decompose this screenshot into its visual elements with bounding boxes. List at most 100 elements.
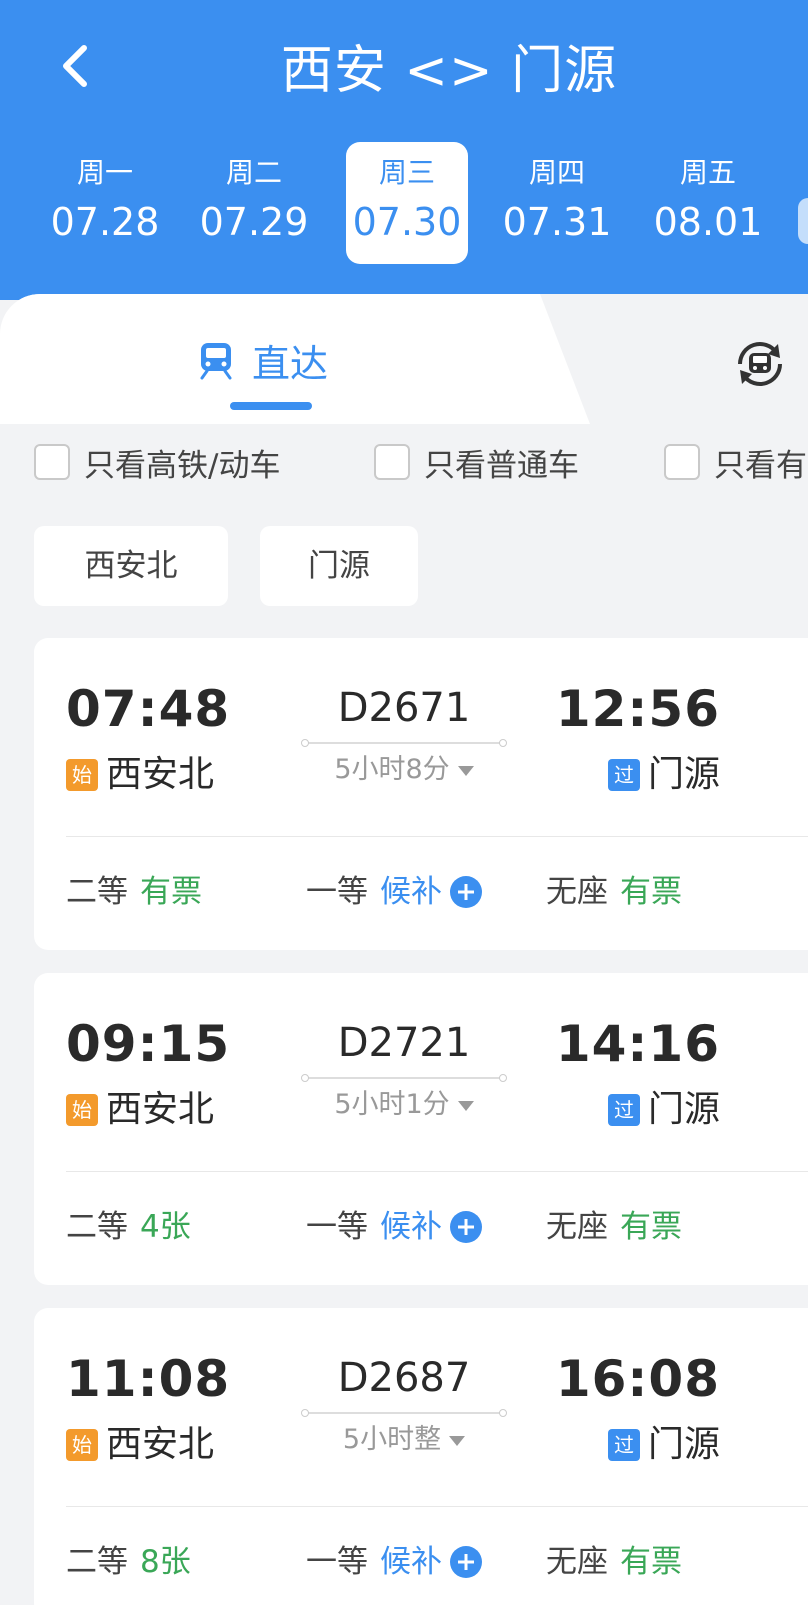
checkbox[interactable]: [664, 444, 700, 480]
weekday-label: 周三: [378, 156, 435, 189]
duration-label: 5小时1分: [334, 1089, 450, 1120]
train-card[interactable]: 11:08 D2687 16:08 5小时整 始 西安北 过 门源 二等 8张 …: [34, 1308, 808, 1605]
plus-circle-icon[interactable]: [450, 1211, 482, 1243]
arrival-time: 16:08: [555, 1350, 720, 1408]
departure-station: 始 西安北: [66, 750, 214, 800]
origin-tag: 始: [66, 1429, 98, 1461]
seat-status: 有票: [620, 1209, 682, 1245]
seat-no-seat[interactable]: 无座 有票: [546, 1197, 682, 1257]
seat-second-class[interactable]: 二等 8张: [66, 1532, 191, 1592]
tab-bar: 直达: [0, 294, 808, 424]
caret-down-icon: [457, 765, 474, 776]
seat-class-label: 二等: [66, 1544, 128, 1580]
date-label: 07.29: [199, 200, 309, 244]
arrival-station-name: 门源: [647, 1089, 720, 1130]
departure-station: 始 西安北: [66, 1420, 214, 1470]
route-line: [301, 1409, 507, 1417]
filter-label: 只看高铁/动车: [84, 447, 281, 484]
arrival-station: 过 门源: [607, 1420, 720, 1470]
seat-first-class[interactable]: 一等 候补: [306, 1532, 482, 1592]
seat-availability: 二等 8张 一等 候补 无座 有票: [34, 1532, 808, 1592]
filter-regular[interactable]: 只看普通车: [374, 440, 579, 484]
station-chip-departure[interactable]: 西安北: [34, 526, 228, 606]
date-item-thu[interactable]: 周四 07.31: [496, 142, 618, 264]
filter-row: 只看高铁/动车 只看普通车 只看有: [0, 430, 808, 490]
train-number: D2687: [337, 1355, 471, 1401]
duration-toggle[interactable]: 5小时1分: [304, 1085, 504, 1125]
seat-first-class[interactable]: 一等 候补: [306, 862, 482, 922]
seat-status: 有票: [140, 874, 202, 910]
seat-class-label: 一等: [306, 874, 368, 910]
tab-transfer[interactable]: [730, 334, 790, 394]
tab-direct-label: 直达: [252, 341, 329, 386]
arrival-time: 12:56: [555, 680, 720, 738]
plus-circle-icon[interactable]: [450, 1546, 482, 1578]
seat-class-label: 二等: [66, 874, 128, 910]
filter-high-speed[interactable]: 只看高铁/动车: [34, 440, 280, 484]
plus-circle-icon[interactable]: [450, 876, 482, 908]
seat-status: 4张: [140, 1209, 191, 1245]
departure-time: 11:08: [66, 1350, 231, 1408]
train-card[interactable]: 09:15 D2721 14:16 5小时1分 始 西安北 过 门源 二等 4张…: [34, 973, 808, 1285]
weekday-label: 周二: [225, 156, 282, 189]
train-number: D2671: [337, 685, 471, 731]
seat-class-label: 无座: [546, 874, 608, 910]
seat-no-seat[interactable]: 无座 有票: [546, 1532, 682, 1592]
seat-second-class[interactable]: 二等 4张: [66, 1197, 191, 1257]
seat-first-class[interactable]: 一等 候补: [306, 1197, 482, 1257]
departure-time: 09:15: [66, 1015, 231, 1073]
departure-station: 始 西安北: [66, 1085, 214, 1135]
checkbox[interactable]: [34, 444, 70, 480]
caret-down-icon: [457, 1100, 474, 1111]
transfer-train-icon: [738, 342, 782, 386]
tab-direct[interactable]: 直达: [196, 332, 328, 388]
seat-class-label: 无座: [546, 1209, 608, 1245]
duration-toggle[interactable]: 5小时8分: [304, 750, 504, 790]
date-item-next-partial[interactable]: [798, 198, 808, 244]
passing-tag: 过: [607, 1429, 640, 1461]
filter-label: 只看有: [714, 447, 807, 484]
origin-tag: 始: [66, 759, 98, 791]
seat-no-seat[interactable]: 无座 有票: [546, 862, 682, 922]
date-item-wed-selected[interactable]: 周三 07.30: [346, 142, 468, 264]
train-icon: [200, 343, 232, 380]
date-item-tue[interactable]: 周二 07.29: [193, 142, 315, 264]
arrival-station: 过 门源: [607, 750, 720, 800]
filter-available[interactable]: 只看有: [664, 440, 807, 484]
date-item-mon[interactable]: 周一 07.28: [44, 142, 166, 264]
weekday-label: 周五: [679, 156, 736, 189]
seat-status: 候补: [380, 874, 442, 910]
departure-station-name: 西安北: [106, 1424, 215, 1465]
filter-label: 只看普通车: [424, 447, 579, 484]
seat-status: 候补: [380, 1544, 442, 1580]
date-item-fri[interactable]: 周五 08.01: [647, 142, 769, 264]
departure-station-name: 西安北: [106, 1089, 215, 1130]
divider: [66, 836, 808, 837]
header-bar: 西安 <> 门源 周一 07.28 周二 07.29 周三 07.30 周四 0…: [0, 0, 808, 300]
route-line: [301, 1074, 507, 1082]
date-strip[interactable]: 周一 07.28 周二 07.29 周三 07.30 周四 07.31 周五 0…: [0, 142, 808, 264]
seat-status: 候补: [380, 1209, 442, 1245]
duration-toggle[interactable]: 5小时整: [304, 1420, 504, 1460]
departure-time: 07:48: [66, 680, 231, 738]
checkbox[interactable]: [374, 444, 410, 480]
weekday-label: 周一: [76, 156, 133, 189]
train-number: D2721: [337, 1020, 471, 1066]
seat-status: 8张: [140, 1544, 191, 1580]
station-chip-arrival[interactable]: 门源: [260, 526, 418, 606]
seat-class-label: 无座: [546, 1544, 608, 1580]
duration-label: 5小时整: [342, 1424, 442, 1455]
divider: [66, 1506, 808, 1507]
seat-class-label: 二等: [66, 1209, 128, 1245]
passing-tag: 过: [607, 1094, 640, 1126]
page-title: 西安 <> 门源: [280, 41, 618, 101]
seat-availability: 二等 有票 一等 候补 无座 有票: [34, 862, 808, 922]
arrival-time: 14:16: [555, 1015, 720, 1073]
seat-class-label: 一等: [306, 1209, 368, 1245]
seat-status: 有票: [620, 874, 682, 910]
seat-second-class[interactable]: 二等 有票: [66, 862, 202, 922]
train-card[interactable]: 07:48 D2671 12:56 5小时8分 始 西安北 过 门源 二等 有票…: [34, 638, 808, 950]
duration-label: 5小时8分: [334, 754, 450, 785]
seat-status: 有票: [620, 1544, 682, 1580]
passing-tag: 过: [607, 759, 640, 791]
